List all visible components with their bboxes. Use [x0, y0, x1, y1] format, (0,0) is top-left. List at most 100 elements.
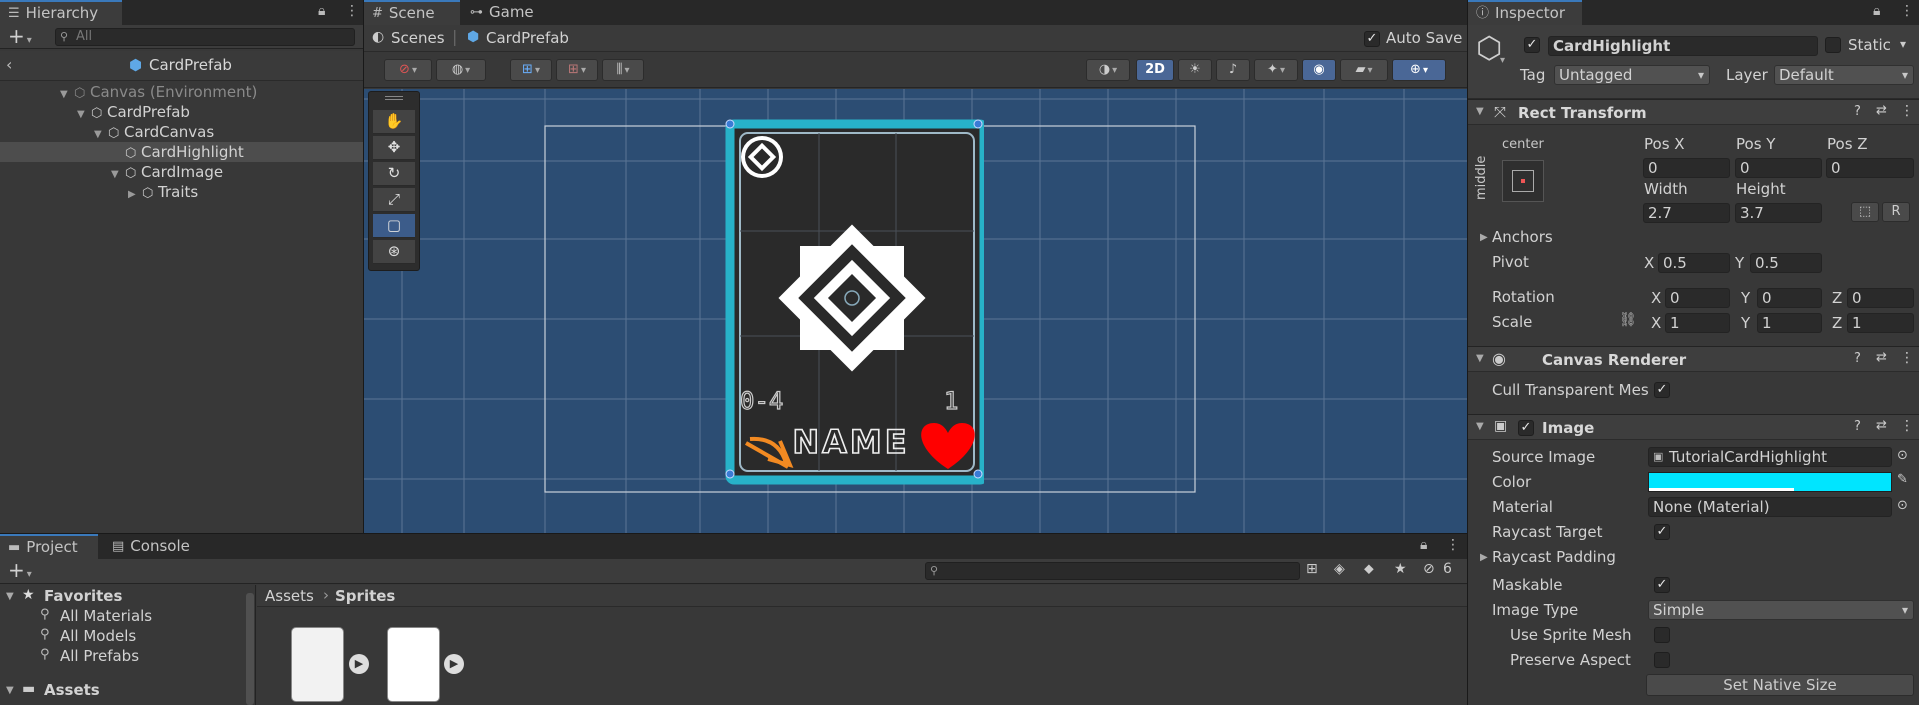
tab-scene[interactable]: # Scene [364, 0, 460, 25]
hierarchy-item[interactable]: ▼ ⬡ CardPrefab [0, 102, 363, 122]
tab-hierarchy[interactable]: ☰ Hierarchy [0, 0, 122, 25]
grid-snap-dropdown[interactable]: ⊞ ▾ [510, 59, 552, 81]
global-local-dropdown[interactable]: ◍ ▾ [436, 59, 486, 81]
preserve-aspect-checkbox[interactable] [1654, 652, 1670, 668]
favorite-item[interactable]: All Models [60, 627, 136, 645]
anchor-presets-button[interactable] [1502, 160, 1544, 202]
rotate-tool[interactable]: ↻ [373, 162, 415, 186]
raw-edit-button[interactable]: R [1882, 202, 1910, 222]
mode-2d-toggle[interactable]: 2D [1136, 59, 1174, 81]
breadcrumb-sprites[interactable]: Sprites [335, 587, 395, 605]
transform-tool[interactable]: ⊛ [373, 240, 415, 264]
assets-label[interactable]: Assets [44, 681, 100, 699]
tag-dropdown[interactable]: Untagged [1554, 65, 1710, 85]
tab-inspector[interactable]: ⓘ Inspector [1468, 0, 1582, 25]
kebab-menu-icon[interactable]: ⋮ [345, 3, 359, 19]
image-menu-icon[interactable]: ⋮ [1900, 418, 1914, 434]
effects-dropdown[interactable]: ✦ ▾ [1254, 59, 1298, 81]
material-picker-icon[interactable]: ⊙ [1897, 498, 1908, 513]
favorite-item[interactable]: All Prefabs [60, 647, 139, 665]
raycast-padding-label[interactable]: Raycast Padding [1492, 547, 1616, 567]
static-checkbox[interactable] [1825, 37, 1841, 53]
image-enabled-checkbox[interactable]: ✓ [1518, 420, 1534, 436]
asset-thumbnail[interactable] [291, 627, 344, 702]
collapsed-arrow-icon[interactable]: ▶ [128, 185, 142, 205]
rect-tool[interactable]: ▢ [373, 214, 415, 238]
hierarchy-item[interactable]: ▼ ⬡ Canvas (Environment) [0, 82, 363, 102]
preset-icon[interactable]: ⇄ [1876, 103, 1887, 118]
scene-visibility-toggle[interactable]: ◉ [1302, 59, 1336, 81]
back-arrow-icon[interactable]: ‹ [6, 55, 12, 74]
scene-viewport[interactable]: ✋ ✥ ↻ ⤢ ▢ ⊛ 0-4 1 NAME [364, 89, 1467, 533]
sidebar-scrollbar[interactable] [246, 593, 254, 705]
pos-y-field[interactable]: 0 [1735, 158, 1822, 178]
width-field[interactable]: 2.7 [1643, 203, 1730, 223]
pivot-y-field[interactable]: 0.5 [1750, 253, 1822, 273]
scale-z-field[interactable]: 1 [1847, 313, 1914, 333]
auto-save-checkbox[interactable]: ✓ [1364, 31, 1380, 47]
hierarchy-item[interactable]: ▼ ⬡ CardCanvas [0, 122, 363, 142]
overlay-drag-handle[interactable] [385, 96, 403, 100]
project-search-input[interactable]: ⚲ [925, 562, 1300, 580]
scale-link-icon[interactable]: ⛓ [1619, 312, 1637, 328]
scale-y-field[interactable]: 1 [1757, 313, 1822, 333]
pos-z-field[interactable]: 0 [1826, 158, 1914, 178]
favorite-item[interactable]: All Materials [60, 607, 152, 625]
raycast-padding-foldout-icon[interactable]: ▶ [1480, 552, 1488, 563]
anchors-foldout-icon[interactable]: ▶ [1480, 232, 1488, 243]
scale-x-field[interactable]: 1 [1665, 313, 1730, 333]
source-image-field[interactable]: ▣ TutorialCardHighlight [1648, 447, 1892, 467]
source-image-picker-icon[interactable]: ⊙ [1897, 448, 1908, 463]
image-header[interactable]: ▼ ▣ ✓ Image ? ⇄ ⋮ [1468, 414, 1919, 440]
pos-x-field[interactable]: 0 [1643, 158, 1730, 178]
image-preset-icon[interactable]: ⇄ [1876, 418, 1887, 433]
camera-dropdown[interactable]: ▰ ▾ [1340, 59, 1388, 81]
hidden-packages-icon[interactable]: ⊘ [1423, 561, 1435, 577]
breadcrumb-scenes[interactable]: Scenes [391, 29, 445, 47]
anchors-label[interactable]: Anchors [1492, 227, 1553, 247]
color-swatch[interactable] [1648, 472, 1892, 492]
increment-snap-dropdown[interactable]: ⊞ ▾ [556, 59, 598, 81]
assets-foldout-icon[interactable]: ▼ [6, 685, 14, 696]
card-graphic[interactable]: 0-4 1 NAME [724, 119, 984, 499]
rotation-y-field[interactable]: 0 [1757, 288, 1822, 308]
rotation-z-field[interactable]: 0 [1847, 288, 1914, 308]
add-icon[interactable]: + ▾ [8, 25, 32, 52]
gizmos-dropdown[interactable]: ⊕ ▾ [1392, 59, 1446, 81]
blueprint-mode-button[interactable]: ⬚ [1851, 202, 1879, 222]
favorites-label[interactable]: Favorites [44, 587, 122, 605]
search-by-type-icon[interactable]: ⊞ [1306, 561, 1318, 577]
move-tool[interactable]: ✥ [373, 136, 415, 160]
use-sprite-mesh-checkbox[interactable] [1654, 627, 1670, 643]
layer-dropdown[interactable]: Default [1774, 65, 1914, 85]
canvas-renderer-preset-icon[interactable]: ⇄ [1876, 350, 1887, 365]
favorite-star-icon[interactable]: ★ [1394, 561, 1407, 577]
audio-toggle[interactable]: ♪ [1216, 59, 1250, 81]
shading-mode-dropdown[interactable]: ◑ ▾ [1086, 59, 1130, 81]
play-sprite-icon[interactable]: ▶ [349, 654, 369, 674]
canvas-renderer-help-icon[interactable]: ? [1854, 351, 1861, 366]
project-lock-icon[interactable]: 🔒︎ [1420, 537, 1428, 553]
rect-transform-header[interactable]: ▼ ⤧ Rect Transform ? ⇄ ⋮ [1468, 99, 1919, 125]
set-native-size-button[interactable]: Set Native Size [1646, 674, 1914, 696]
tab-console[interactable]: ▤ Console [104, 534, 200, 559]
breadcrumb-assets[interactable]: Assets [265, 587, 314, 605]
lock-icon[interactable]: 🔒︎ [318, 3, 326, 19]
breadcrumb-cardprefab[interactable]: CardPrefab [486, 29, 569, 47]
tab-game[interactable]: ⊶ Game [462, 0, 544, 25]
hand-tool[interactable]: ✋ [373, 110, 415, 134]
tag-icon[interactable]: ⬥ [1364, 561, 1374, 577]
favorites-foldout-icon[interactable]: ▼ [6, 591, 14, 602]
help-icon[interactable]: ? [1854, 104, 1861, 119]
draw-mode-dropdown[interactable]: ⊘ ▾ [384, 59, 432, 81]
maskable-checkbox[interactable]: ✓ [1654, 577, 1670, 593]
icon-dropdown-arrow[interactable]: ▾ [1500, 55, 1505, 66]
active-checkbox[interactable]: ✓ [1524, 37, 1540, 53]
play-sprite-icon[interactable]: ▶ [444, 654, 464, 674]
raycast-target-checkbox[interactable]: ✓ [1654, 524, 1670, 540]
rulers-dropdown[interactable]: ⫼ ▾ [602, 59, 644, 81]
component-menu-icon[interactable]: ⋮ [1900, 103, 1914, 119]
canvas-renderer-menu-icon[interactable]: ⋮ [1900, 350, 1914, 366]
lighting-toggle[interactable]: ☀ [1178, 59, 1212, 81]
hierarchy-item[interactable]: ⬡ CardHighlight [0, 142, 363, 162]
